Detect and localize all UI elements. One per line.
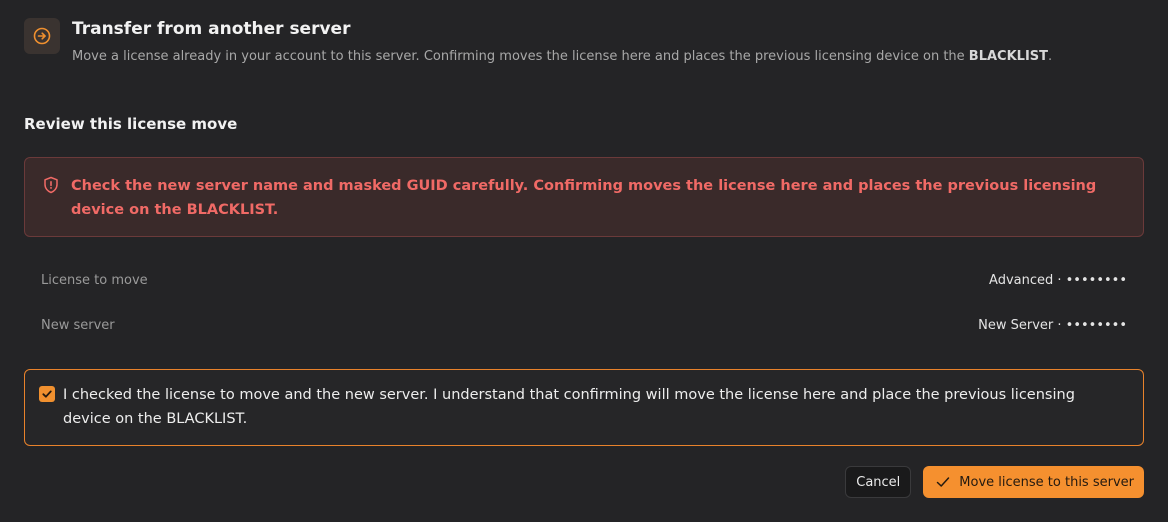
warning-banner: Check the new server name and masked GUI…: [24, 157, 1144, 237]
review-section-title: Review this license move: [24, 115, 238, 133]
confirmation-box[interactable]: I checked the license to move and the ne…: [24, 369, 1144, 446]
description-prefix: Move a license already in your account t…: [72, 49, 969, 64]
dialog-header: Transfer from another server Move a lice…: [24, 18, 1052, 66]
check-icon: [935, 474, 951, 490]
confirmation-text[interactable]: I checked the license to move and the ne…: [63, 383, 1127, 431]
dialog-actions: Cancel Move license to this server: [845, 466, 1144, 498]
dialog-description: Move a license already in your account t…: [72, 48, 1052, 66]
header-icon-container: [24, 18, 60, 54]
shield-alert-icon: [44, 176, 58, 194]
move-license-label: Move license to this server: [959, 474, 1134, 490]
description-emphasis: BLACKLIST: [968, 49, 1049, 64]
license-details: License to move Advanced · •••••••• New …: [24, 258, 1144, 348]
detail-value: New Server · ••••••••: [978, 318, 1127, 333]
detail-row-server: New server New Server · ••••••••: [24, 303, 1144, 348]
detail-label: New server: [41, 318, 115, 333]
cancel-button[interactable]: Cancel: [845, 466, 912, 498]
warning-text: Check the new server name and masked GUI…: [71, 178, 1097, 218]
detail-value: Advanced · ••••••••: [989, 273, 1127, 288]
detail-label: License to move: [41, 273, 148, 288]
description-suffix: .: [1048, 49, 1053, 64]
checkmark-icon: [42, 390, 52, 398]
transfer-license-dialog: Transfer from another server Move a lice…: [0, 0, 1168, 522]
dialog-title: Transfer from another server: [72, 19, 351, 39]
detail-row-license: License to move Advanced · ••••••••: [24, 258, 1144, 303]
arrow-circle-right-icon: [33, 27, 51, 45]
confirmation-checkbox[interactable]: [39, 386, 55, 402]
header-text: Transfer from another server Move a lice…: [72, 18, 1052, 66]
move-license-button[interactable]: Move license to this server: [923, 466, 1144, 498]
